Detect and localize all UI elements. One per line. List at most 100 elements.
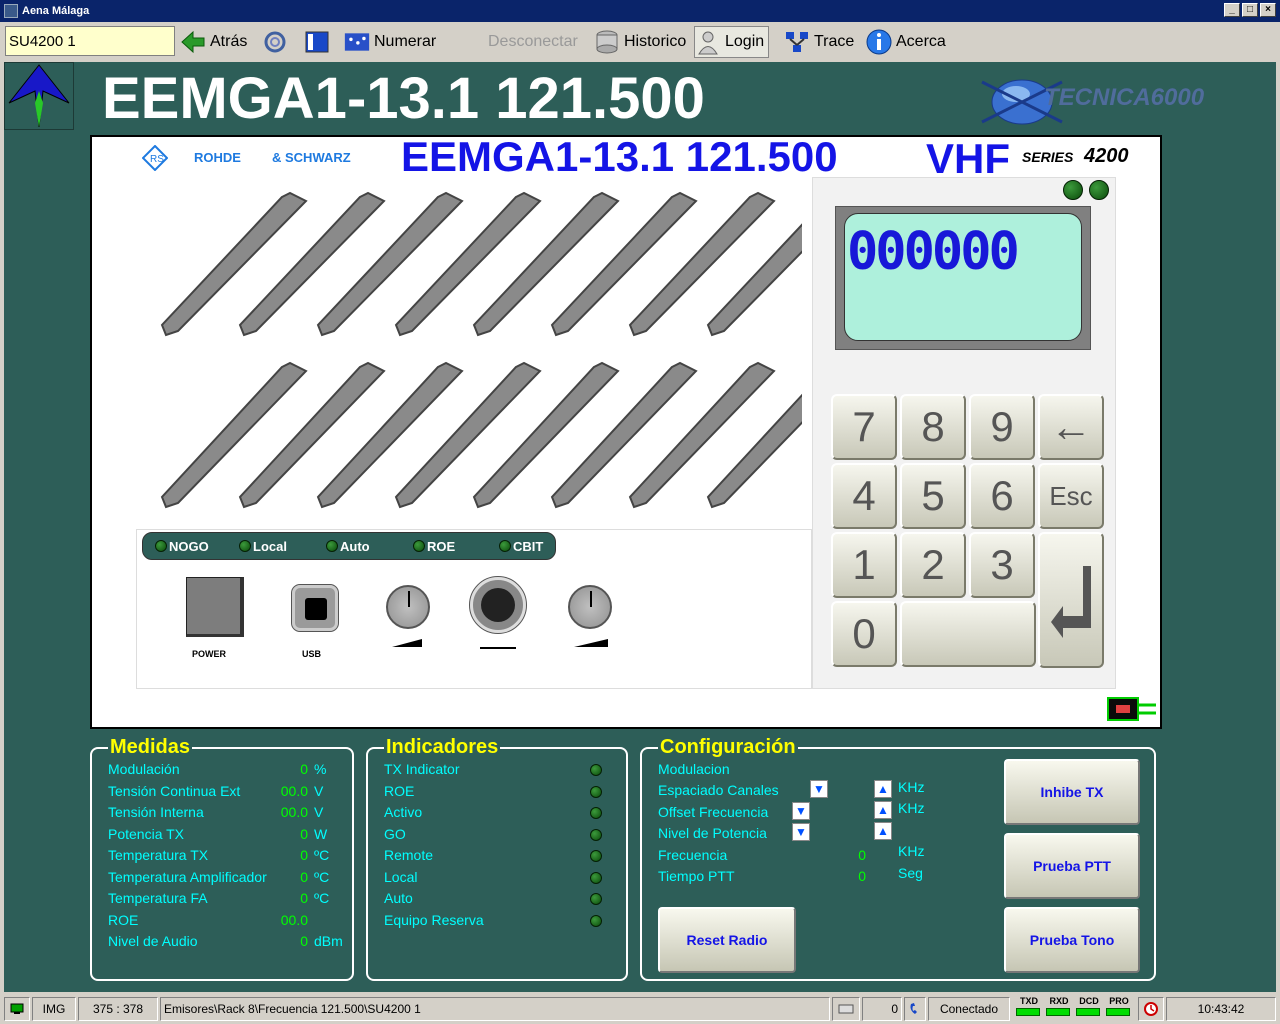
nogo-led <box>155 540 167 552</box>
frecuencia-value: 0 <box>858 847 866 863</box>
history-button[interactable]: Historico <box>594 26 686 58</box>
series-number: 4200 <box>1084 145 1129 167</box>
power-button[interactable] <box>186 577 244 637</box>
window-titlebar: Aena Málaga _ □ × <box>0 0 1280 22</box>
indicador-label: ROE <box>384 782 415 799</box>
enter-arrow-icon <box>1051 566 1091 638</box>
medida-value: 0 <box>300 890 308 906</box>
panel-led-2 <box>1089 180 1109 200</box>
key-7[interactable]: 7 <box>831 394 897 460</box>
key-4[interactable]: 4 <box>831 463 897 529</box>
panel-led-1 <box>1063 180 1083 200</box>
key-2[interactable]: 2 <box>900 532 966 598</box>
medida-unit: % <box>314 761 327 777</box>
rs-brand-rohde: ROHDE <box>194 150 241 165</box>
close-button[interactable]: × <box>1260 3 1276 17</box>
volume-knob-2[interactable] <box>568 585 612 629</box>
indicador-led <box>590 828 602 841</box>
modulacion-label: Modulacion <box>658 761 730 777</box>
medida-value: 0 <box>300 847 308 863</box>
cbit-led <box>499 540 511 552</box>
connector-line <box>480 647 516 649</box>
grille-slot <box>316 191 464 337</box>
key-enter[interactable] <box>1038 532 1104 668</box>
tiempo-label: Tiempo PTT <box>658 868 735 884</box>
espaciado-down-button[interactable]: ▼ <box>810 780 828 798</box>
indicador-led <box>590 871 602 884</box>
medida-label: Tensión Interna <box>108 804 204 820</box>
about-button[interactable]: Acerca <box>866 26 946 58</box>
screen-button[interactable] <box>304 26 330 58</box>
grille-slot <box>550 361 698 509</box>
indicador-label: Auto <box>384 890 413 906</box>
medida-label: Potencia TX <box>108 825 185 842</box>
volume-knob-1[interactable] <box>386 585 430 629</box>
unit-select[interactable]: SU4200 1 <box>5 26 175 56</box>
prueba-tono-button[interactable]: Prueba Tono <box>1004 907 1140 973</box>
indicador-label: Remote <box>384 847 434 863</box>
key-9[interactable]: 9 <box>969 394 1035 460</box>
key-0[interactable]: 0 <box>831 601 897 667</box>
about-label: Acerca <box>896 33 946 50</box>
back-button[interactable]: Atrás <box>180 26 247 58</box>
grille-slot <box>160 191 308 337</box>
disconnect-button[interactable]: Desconectar <box>488 26 578 58</box>
espaciado-up-button[interactable]: ▲ <box>874 780 892 798</box>
key-esc[interactable]: Esc <box>1038 463 1104 529</box>
database-icon <box>596 30 618 54</box>
reset-radio-button[interactable]: Reset Radio <box>658 907 796 973</box>
medida-label: ROE <box>108 911 139 928</box>
espaciado-label: Espaciado Canales <box>658 782 779 798</box>
number-button[interactable]: Numerar <box>344 26 436 58</box>
indicador-label: Local <box>384 868 418 885</box>
potencia-up-button[interactable]: ▲ <box>874 822 892 840</box>
info-icon <box>866 29 892 55</box>
medida-unit: V <box>314 782 324 799</box>
dcd-indicator: DCD <box>1076 996 1102 1016</box>
ventilation-grille <box>160 191 802 509</box>
key-6[interactable]: 6 <box>969 463 1035 529</box>
key-1[interactable]: 1 <box>831 532 897 598</box>
login-button[interactable]: Login <box>694 26 770 58</box>
key-5[interactable]: 5 <box>900 463 966 529</box>
offset-unit: KHz <box>898 800 925 816</box>
prueba-ptt-button[interactable]: Prueba PTT <box>1004 833 1140 899</box>
potencia-down-button[interactable]: ▼ <box>792 823 810 841</box>
indicador-label: TX Indicator <box>384 761 460 777</box>
grille-slot <box>628 361 776 509</box>
radio-front-panel: RS ROHDE & SCHWARZ EEMGA1-13.1 121.500 V… <box>90 133 1162 729</box>
rs-brand-schwarz: & SCHWARZ <box>272 150 351 165</box>
offset-label: Offset Frecuencia <box>658 804 769 820</box>
status-connection: Conectado <box>928 997 1010 1021</box>
status-phone-icon <box>904 997 926 1021</box>
medida-unit: dBm <box>314 933 343 949</box>
cbit-label: CBIT <box>513 538 544 554</box>
key-backspace[interactable]: ← <box>1038 394 1104 460</box>
offset-up-button[interactable]: ▲ <box>874 801 892 819</box>
audio-connector <box>469 576 527 634</box>
number-label: Numerar <box>374 33 437 50</box>
indicador-label: Activo <box>384 804 423 820</box>
lcd-text: 000000 <box>847 222 1020 282</box>
minimize-button[interactable]: _ <box>1224 3 1240 17</box>
status-monitor-icon <box>4 997 30 1021</box>
roe-label: ROE <box>427 538 456 554</box>
indicador-led <box>590 807 602 819</box>
monitor-icon <box>305 31 329 53</box>
offset-down-button[interactable]: ▼ <box>792 802 810 820</box>
panel-title: EEMGA1-13.1 121.500 <box>401 133 838 180</box>
key-3[interactable]: 3 <box>969 532 1035 598</box>
indicador-led <box>590 764 602 776</box>
trace-button[interactable]: Trace <box>784 26 854 58</box>
medida-label: Temperatura TX <box>108 847 209 863</box>
main-content: EEMGA1-13.1 121.500 TECNICA6000 RS ROHDE… <box>4 62 1276 992</box>
grille-slot <box>238 191 386 337</box>
status-count: 0 <box>862 997 902 1021</box>
maximize-button[interactable]: □ <box>1242 3 1258 17</box>
key-8[interactable]: 8 <box>900 394 966 460</box>
key-space[interactable] <box>900 601 1036 667</box>
inhibe-tx-button[interactable]: Inhibe TX <box>1004 759 1140 825</box>
indicador-led <box>590 893 602 905</box>
power-label: POWER <box>192 649 227 659</box>
refresh-button[interactable] <box>262 26 288 58</box>
